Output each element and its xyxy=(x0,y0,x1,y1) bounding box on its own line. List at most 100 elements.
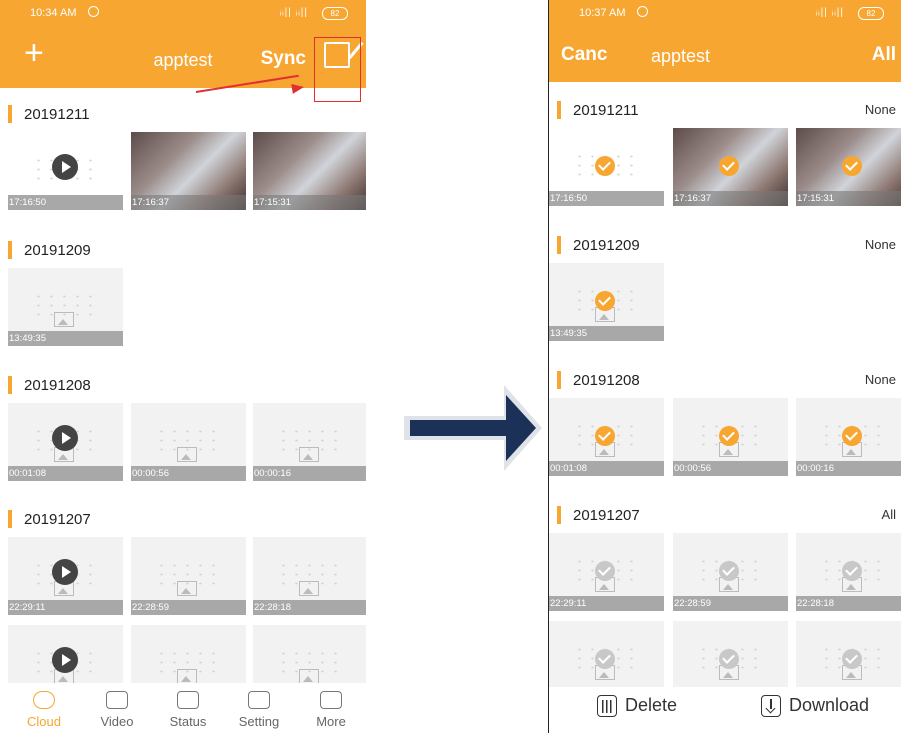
checkmark-icon xyxy=(842,156,862,176)
thumbnail-timestamp: 17:16:37 xyxy=(131,195,246,210)
media-thumbnail[interactable]: 00:01:08 xyxy=(8,403,123,481)
media-thumbnail[interactable]: 22:29:11 xyxy=(549,533,664,611)
video-icon xyxy=(106,691,128,709)
section-date: 20191207 xyxy=(24,511,91,528)
media-thumbnail[interactable]: 00:00:56 xyxy=(131,403,246,481)
section-header: 20191211 xyxy=(0,102,366,126)
thumbnail-timestamp: 22:28:59 xyxy=(673,596,788,611)
media-thumbnail[interactable]: 00:00:16 xyxy=(253,403,366,481)
media-thumbnail[interactable]: 22:29:11 xyxy=(8,537,123,615)
tab-more[interactable]: More xyxy=(301,683,361,731)
play-icon xyxy=(52,559,78,585)
media-thumbnail[interactable]: 13:49:35 xyxy=(549,263,664,341)
transition-arrow-icon xyxy=(404,385,542,471)
section-marker xyxy=(8,105,12,123)
thumbnail-timestamp: 00:01:08 xyxy=(549,461,664,476)
app-header: Canc apptest All xyxy=(549,26,901,82)
section-marker xyxy=(557,101,561,119)
delete-button[interactable]: Delete xyxy=(597,695,677,718)
section-date: 20191208 xyxy=(573,372,640,389)
section-marker xyxy=(8,376,12,394)
checkmark-icon xyxy=(595,561,615,581)
media-thumbnail[interactable]: 17:16:37 xyxy=(131,132,246,210)
media-thumbnail[interactable]: 17:16:50 xyxy=(549,128,664,206)
thumbnail-timestamp: 00:00:56 xyxy=(673,461,788,476)
page-title: apptest xyxy=(650,46,711,66)
section-date: 20191209 xyxy=(24,242,91,259)
media-thumbnail[interactable]: 22:28:18 xyxy=(796,533,901,611)
thumbnail-timestamp: 00:00:16 xyxy=(253,466,366,481)
tab-setting[interactable]: Setting xyxy=(229,683,289,731)
image-placeholder-icon xyxy=(177,447,197,462)
section-date: 20191208 xyxy=(24,377,91,394)
app-header: + apptest Sync xyxy=(0,26,366,88)
media-thumbnail[interactable]: 22:28:59 xyxy=(131,537,246,615)
media-thumbnail[interactable]: 22:28:59 xyxy=(673,533,788,611)
media-thumbnail[interactable]: 00:00:16 xyxy=(796,398,901,476)
thumbnail-timestamp: 17:16:50 xyxy=(8,195,123,210)
thumbnail-timestamp: 22:28:18 xyxy=(796,596,901,611)
media-thumbnail[interactable]: 00:00:56 xyxy=(673,398,788,476)
image-placeholder-icon xyxy=(177,581,197,596)
section-marker xyxy=(557,506,561,524)
section-header: 20191209 None xyxy=(549,233,901,257)
section-header: 20191211 None xyxy=(549,98,901,122)
signal-icon: ᵢᵢ|| ᵢᵢ|| xyxy=(279,7,308,18)
section-header: 20191208 xyxy=(0,373,366,397)
play-icon xyxy=(52,154,78,180)
select-all-button[interactable]: All xyxy=(872,44,896,66)
media-thumbnail[interactable]: 17:15:31 xyxy=(253,132,366,210)
sync-button[interactable]: Sync xyxy=(261,48,306,70)
status-time: 10:34 AM xyxy=(30,7,77,19)
checkmark-icon xyxy=(842,561,862,581)
image-placeholder-icon xyxy=(177,669,197,684)
checkmark-icon xyxy=(595,156,615,176)
gear-icon xyxy=(248,691,270,709)
phone-before: 10:34 AM ᵢᵢ|| ᵢᵢ|| 82 + apptest Sync 201… xyxy=(0,0,366,733)
checkmark-icon xyxy=(719,649,739,669)
page-title: apptest xyxy=(153,50,213,70)
media-thumbnail[interactable]: 17:16:37 xyxy=(673,128,788,206)
thumbnail-timestamp: 22:29:11 xyxy=(549,596,664,611)
battery-icon: 82 xyxy=(858,7,884,20)
download-button[interactable]: Download xyxy=(761,695,869,718)
status-bar: 10:34 AM ᵢᵢ|| ᵢᵢ|| 82 xyxy=(0,0,366,26)
checkmark-icon xyxy=(719,561,739,581)
grid-icon xyxy=(320,691,342,709)
section-select-toggle[interactable]: All xyxy=(882,507,896,522)
image-placeholder-icon xyxy=(299,581,319,596)
section-marker xyxy=(8,510,12,528)
thumbnail-timestamp: 22:28:18 xyxy=(253,600,366,615)
section-header: 20191208 None xyxy=(549,368,901,392)
media-thumbnail[interactable]: 17:15:31 xyxy=(796,128,901,206)
section-select-toggle[interactable]: None xyxy=(865,372,896,387)
thumbnail-timestamp: 17:16:37 xyxy=(673,191,788,206)
section-date: 20191209 xyxy=(573,237,640,254)
section-select-toggle[interactable]: None xyxy=(865,102,896,117)
date-section: 20191208 00:01:08 00:00:56 00:00:16 xyxy=(0,373,366,481)
checkmark-icon xyxy=(842,426,862,446)
date-section: 20191211 None 17:16:50 17:16:37 17:15:31 xyxy=(549,98,901,206)
status-time: 10:37 AM xyxy=(579,7,626,19)
tab-status[interactable]: Status xyxy=(158,683,218,731)
media-thumbnail[interactable]: 22:28:18 xyxy=(253,537,366,615)
status-icon xyxy=(177,691,199,709)
pointer-arrow-head xyxy=(291,82,305,94)
media-thumbnail[interactable]: 17:16:50 xyxy=(8,132,123,210)
section-marker xyxy=(557,371,561,389)
media-thumbnail[interactable]: 00:01:08 xyxy=(549,398,664,476)
download-icon xyxy=(761,695,781,718)
alarm-icon xyxy=(88,6,99,17)
play-icon xyxy=(52,647,78,673)
thumbnail-timestamp: 13:49:35 xyxy=(8,331,123,346)
battery-icon: 82 xyxy=(322,7,348,20)
date-section: 20191208 None 00:01:08 00:00:56 00:00:16 xyxy=(549,368,901,476)
tab-cloud[interactable]: Cloud xyxy=(14,683,74,731)
image-placeholder-icon xyxy=(299,447,319,462)
thumbnail-timestamp: 17:16:50 xyxy=(549,191,664,206)
section-header: 20191207 xyxy=(0,507,366,531)
section-select-toggle[interactable]: None xyxy=(865,237,896,252)
tab-video[interactable]: Video xyxy=(87,683,147,731)
checkmark-icon xyxy=(719,426,739,446)
media-thumbnail[interactable]: 13:49:35 xyxy=(8,268,123,346)
